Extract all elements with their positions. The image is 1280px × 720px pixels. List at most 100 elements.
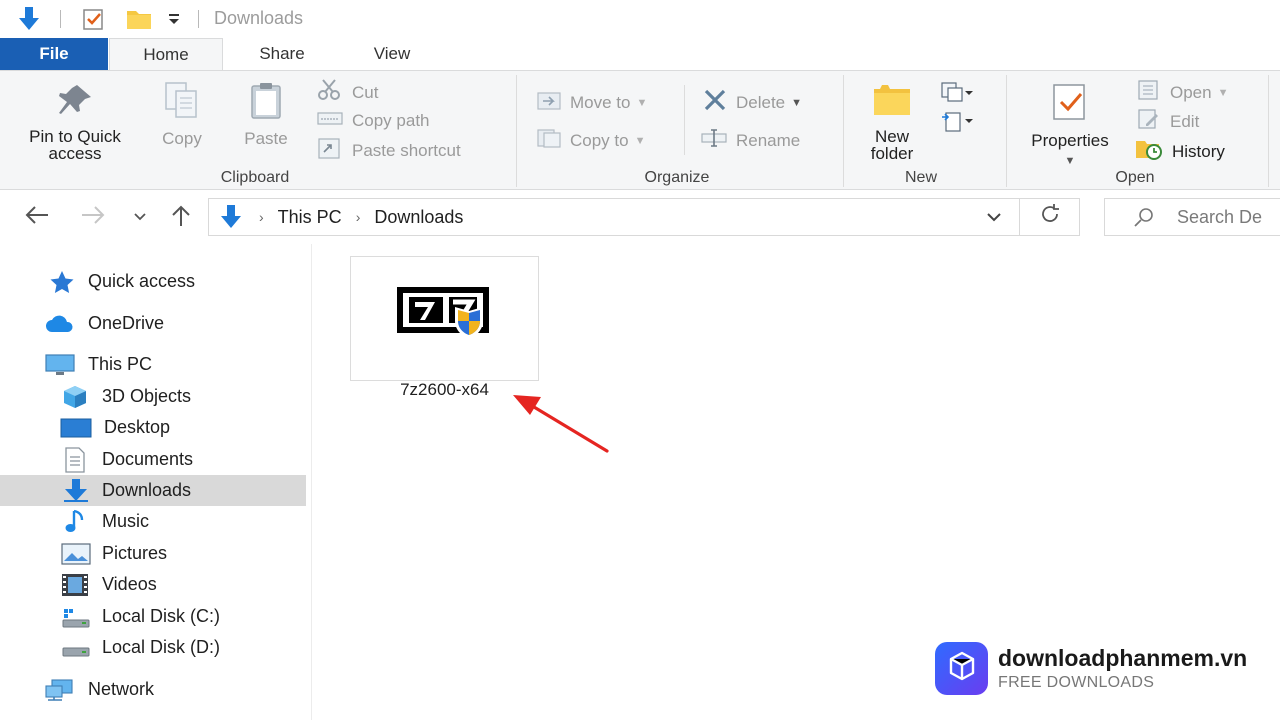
breadcrumb-chevron-icon[interactable]: › <box>356 209 361 225</box>
copy-to-icon <box>536 127 562 154</box>
new-group-label: New <box>904 169 937 186</box>
monitor-icon <box>44 353 76 377</box>
rename-button[interactable]: Rename <box>700 127 800 154</box>
sidebar-item-label: OneDrive <box>88 313 165 333</box>
breadcrumb-downloads[interactable]: Downloads <box>374 207 463 228</box>
sidebar-item-local-disk-d[interactable]: Local Disk (D:) <box>0 632 306 663</box>
paste-shortcut-button[interactable]: Paste shortcut <box>316 137 461 164</box>
pin-to-quick-access-button[interactable]: Pin to Quick access <box>12 83 138 162</box>
sidebar-item-downloads[interactable]: Downloads <box>0 475 306 506</box>
history-button[interactable]: History <box>1134 137 1225 166</box>
sidebar-item-onedrive[interactable]: OneDrive <box>0 308 306 339</box>
paste-shortcut-label: Paste shortcut <box>352 140 461 160</box>
folder-icon[interactable] <box>124 6 154 32</box>
desktop-icon <box>60 417 92 439</box>
breadcrumb-chevron-icon[interactable]: › <box>259 209 264 225</box>
picture-icon <box>60 542 92 565</box>
rename-icon <box>700 127 728 154</box>
copy-path-icon <box>316 108 344 133</box>
tab-view[interactable]: View <box>342 38 442 70</box>
package-box-icon <box>946 650 978 687</box>
cut-label: Cut <box>352 82 379 102</box>
delete-label: Delete <box>736 92 786 112</box>
customize-toolbar-chevron-icon[interactable] <box>164 6 184 32</box>
sidebar-item-this-pc[interactable]: This PC <box>0 349 306 380</box>
tab-file[interactable]: File <box>0 38 108 70</box>
forward-arrow-icon[interactable] <box>80 204 106 231</box>
breadcrumb-this-pc[interactable]: This PC <box>278 207 342 228</box>
pin-label-line1: Pin to Quick <box>29 127 121 146</box>
paste-button[interactable]: Paste <box>234 81 298 147</box>
sidebar-item-label: Desktop <box>104 417 171 437</box>
delete-button[interactable]: Delete ▼ <box>702 89 802 116</box>
network-icon <box>44 678 76 702</box>
delete-x-icon <box>702 89 728 116</box>
sidebar-item-network[interactable]: Network <box>0 674 306 705</box>
properties-check-icon <box>1048 83 1092 124</box>
easy-access-button[interactable] <box>940 109 974 138</box>
open-icon <box>1136 79 1162 106</box>
new-folder-label-line1: New <box>874 127 909 146</box>
edit-label: Edit <box>1170 111 1200 131</box>
edit-button[interactable]: Edit <box>1136 108 1199 135</box>
group-separator <box>843 75 844 187</box>
address-bar[interactable]: › This PC › Downloads <box>208 198 1020 236</box>
sidebar-item-local-disk-c[interactable]: Local Disk (C:) <box>0 601 306 632</box>
recent-locations-chevron-icon[interactable] <box>132 206 148 230</box>
search-input[interactable]: Search De <box>1104 198 1280 236</box>
annotation-arrow <box>513 395 609 453</box>
copy-path-button[interactable]: Copy path <box>316 108 430 133</box>
new-item-button[interactable] <box>940 81 974 108</box>
up-arrow-icon[interactable] <box>170 204 192 233</box>
sidebar-item-music[interactable]: Music <box>0 506 306 537</box>
open-button[interactable]: Open ▼ <box>1136 79 1228 106</box>
cut-button[interactable]: Cut <box>316 79 378 106</box>
sidebar-item-3d-objects[interactable]: 3D Objects <box>0 381 306 412</box>
chevron-down-icon: ▼ <box>1217 86 1229 99</box>
copy-to-button[interactable]: Copy to ▼ <box>536 127 645 154</box>
easy-access-icon <box>940 109 974 138</box>
new-folder-label-line2: folder <box>870 144 914 163</box>
inner-separator <box>684 85 685 155</box>
group-separator <box>1268 75 1269 187</box>
properties-button[interactable]: Properties ▼ <box>1018 83 1122 170</box>
music-note-icon <box>60 509 90 535</box>
tab-home[interactable]: Home <box>109 38 223 70</box>
navigation-bar: › This PC › Downloads Search De <box>0 190 1280 244</box>
organize-group-label: Organize <box>644 169 710 186</box>
tab-share[interactable]: Share <box>232 38 332 70</box>
properties-check-icon[interactable] <box>80 6 108 32</box>
open-group-label: Open <box>1115 169 1155 186</box>
properties-label: Properties <box>1031 131 1109 150</box>
move-to-button[interactable]: Move to ▼ <box>536 89 647 116</box>
clipboard-icon <box>246 81 286 122</box>
copy-button[interactable]: Copy <box>150 81 214 147</box>
sidebar-item-desktop[interactable]: Desktop <box>0 412 306 443</box>
toolbar-separator <box>60 10 61 28</box>
sidebar-item-label: Music <box>102 511 150 531</box>
sidebar-item-quick-access[interactable]: Quick access <box>0 266 306 297</box>
sidebar-item-documents[interactable]: Documents <box>0 444 306 475</box>
pin-icon <box>55 83 95 120</box>
sidebar-item-label: Quick access <box>88 271 196 291</box>
film-icon <box>60 573 90 597</box>
download-arrow-icon <box>217 205 245 229</box>
file-item-tile[interactable] <box>350 256 539 381</box>
download-arrow-icon[interactable] <box>12 6 46 32</box>
sidebar-item-videos[interactable]: Videos <box>0 569 306 600</box>
group-separator <box>516 75 517 187</box>
sidebar-item-label: This PC <box>88 354 153 374</box>
paste-shortcut-icon <box>316 137 344 164</box>
refresh-button[interactable] <box>1020 198 1080 236</box>
clipboard-group-label: Clipboard <box>220 169 290 186</box>
sidebar-item-label: Pictures <box>102 543 168 563</box>
new-folder-button[interactable]: New folder <box>856 83 928 162</box>
move-to-label: Move to <box>570 92 631 112</box>
sidebar-item-pictures[interactable]: Pictures <box>0 538 306 569</box>
back-arrow-icon[interactable] <box>24 204 50 231</box>
address-history-chevron-icon[interactable] <box>985 209 1003 225</box>
copy-label: Copy <box>162 129 202 148</box>
copy-icon <box>162 81 202 122</box>
document-icon <box>60 446 90 473</box>
chevron-down-icon: ▼ <box>1064 155 1076 167</box>
